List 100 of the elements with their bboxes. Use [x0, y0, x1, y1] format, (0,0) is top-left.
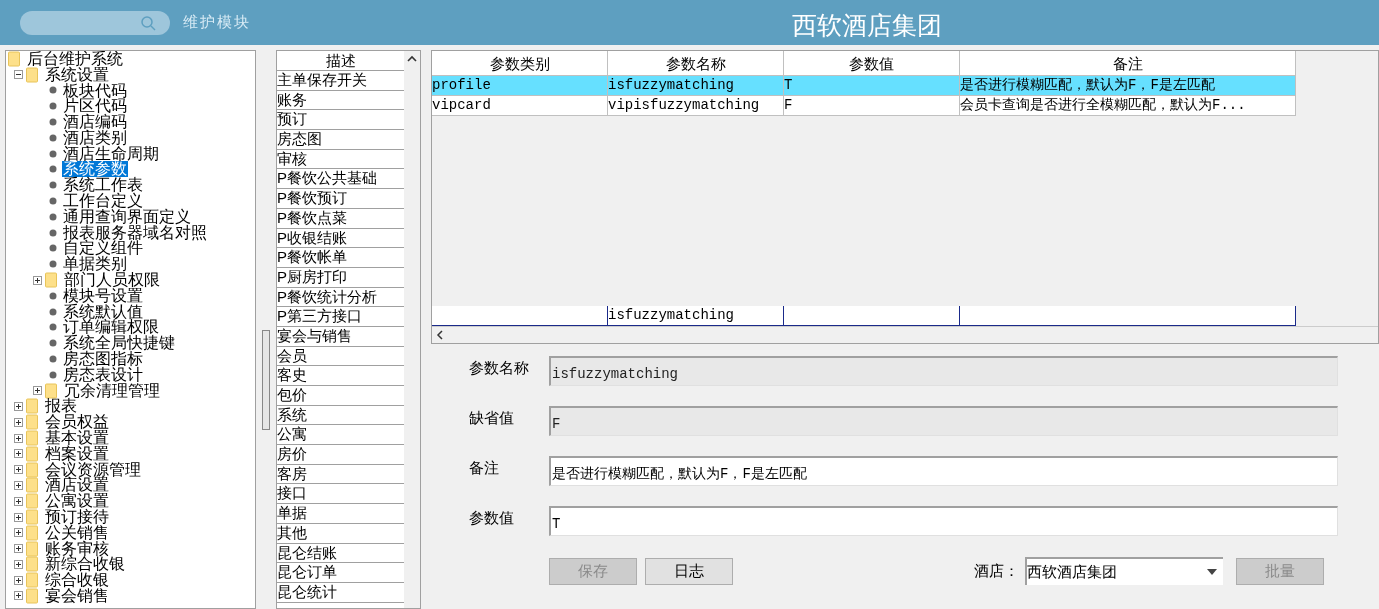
- column-header[interactable]: 备注: [960, 51, 1296, 76]
- text-field[interactable]: 是否进行模糊匹配，默认为F，F是左匹配: [549, 456, 1338, 486]
- expand-toggle-icon[interactable]: [14, 544, 23, 554]
- expand-toggle-icon[interactable]: [14, 512, 23, 522]
- folder-icon: [26, 461, 38, 478]
- text-field[interactable]: F: [549, 406, 1338, 436]
- column-header[interactable]: 参数类别: [432, 51, 608, 76]
- tree-item[interactable]: 系统设置: [44, 66, 110, 83]
- column-header[interactable]: 参数值: [784, 51, 960, 76]
- expand-toggle-icon[interactable]: [14, 575, 23, 585]
- tree-item[interactable]: 片区代码: [62, 98, 128, 115]
- expand-toggle-icon[interactable]: [14, 417, 23, 427]
- bullet-icon: [49, 118, 57, 127]
- tree-item[interactable]: 报表: [44, 398, 78, 415]
- expand-toggle-icon[interactable]: [14, 401, 23, 411]
- tree-item[interactable]: 后台维护系统: [26, 51, 124, 67]
- tree-item[interactable]: 系统默认值: [62, 303, 144, 320]
- bullet-icon: [49, 86, 57, 95]
- bullet-icon: [49, 212, 57, 221]
- dropdown-arrow-icon[interactable]: [1207, 569, 1217, 575]
- app-title: 西软酒店集团: [792, 10, 942, 42]
- tree-item[interactable]: 订单编辑权限: [62, 319, 160, 336]
- expand-toggle-icon[interactable]: [14, 496, 23, 506]
- tree-item[interactable]: 档案设置: [44, 445, 110, 462]
- tree-item[interactable]: 冗余清理管理: [63, 382, 161, 399]
- search-field[interactable]: [20, 10, 170, 35]
- folder-icon: [26, 445, 38, 462]
- expand-toggle-icon[interactable]: [14, 465, 23, 475]
- tree-item[interactable]: 酒店编码: [62, 114, 128, 131]
- tree-item[interactable]: 综合收银: [44, 572, 110, 589]
- expand-toggle-icon[interactable]: [14, 591, 23, 601]
- bullet-icon: [49, 244, 57, 253]
- folder-icon: [26, 588, 38, 604]
- folder-icon: [45, 382, 57, 399]
- field-label: 备注: [469, 458, 500, 478]
- scrollbar[interactable]: [404, 51, 420, 608]
- tree-item[interactable]: 新综合收银: [44, 556, 126, 573]
- expand-toggle-icon[interactable]: [14, 528, 23, 538]
- tree-item[interactable]: 模块号设置: [62, 287, 144, 304]
- tree-item[interactable]: 公寓设置: [44, 493, 110, 510]
- table-cell: isfuzzymatching: [608, 76, 784, 95]
- tree-item[interactable]: 酒店类别: [62, 129, 128, 146]
- tree-item[interactable]: 酒店生命周期: [62, 145, 160, 162]
- tree-item[interactable]: 系统工作表: [62, 177, 144, 194]
- tree-item[interactable]: 会员权益: [44, 414, 110, 431]
- column-header[interactable]: 描述: [277, 51, 404, 71]
- folder-icon: [26, 398, 38, 415]
- bullet-icon: [49, 370, 57, 379]
- table-cell: F: [784, 96, 960, 115]
- folder-icon: [26, 572, 38, 589]
- collapse-toggle-icon[interactable]: [14, 70, 23, 80]
- bullet-icon: [49, 197, 57, 206]
- action-button[interactable]: 日志: [645, 557, 733, 585]
- hotel-dropdown[interactable]: 西软酒店集团: [1025, 557, 1223, 585]
- bullet-icon: [49, 323, 57, 332]
- table-cell: profile: [432, 76, 608, 95]
- tree-item[interactable]: 报表服务器域名对照: [62, 224, 208, 241]
- tree-item[interactable]: 账务审核: [44, 540, 110, 557]
- tree-item[interactable]: 板块代码: [62, 82, 128, 99]
- scroll-up-icon[interactable]: [407, 55, 417, 63]
- bullet-icon: [49, 260, 57, 269]
- tree-item[interactable]: 宴会销售: [44, 588, 110, 604]
- table-cell: 是否进行模糊匹配，默认为F，F是左匹配: [960, 76, 1296, 95]
- tree-item[interactable]: 预订接待: [44, 509, 110, 525]
- expand-toggle-icon[interactable]: [14, 433, 23, 443]
- tree-item[interactable]: 通用查询界面定义: [62, 208, 192, 225]
- table-cell: 会员卡查询是否进行全模糊匹配，默认为F...: [960, 96, 1296, 115]
- bullet-icon: [49, 165, 57, 174]
- tree-item[interactable]: 会议资源管理: [44, 461, 142, 478]
- column-header[interactable]: 参数名称: [608, 51, 784, 76]
- bullet-icon: [49, 339, 57, 348]
- scroll-left-icon[interactable]: [436, 330, 444, 340]
- tree-item[interactable]: 系统参数: [62, 161, 128, 178]
- folder-icon: [26, 556, 38, 573]
- folder-icon: [26, 493, 38, 510]
- table-cell: T: [784, 76, 960, 95]
- bullet-icon: [49, 291, 57, 300]
- tree-item[interactable]: 房态表设计: [62, 366, 144, 383]
- folder-icon: [26, 509, 38, 525]
- tree-item[interactable]: 自定义组件: [62, 240, 144, 257]
- bullet-icon: [49, 149, 57, 158]
- bullet-icon: [49, 228, 57, 237]
- table-cell: vipisfuzzymatching: [608, 96, 784, 115]
- expand-toggle-icon[interactable]: [33, 386, 42, 396]
- search-icon: [140, 14, 156, 31]
- text-field[interactable]: T: [549, 506, 1338, 536]
- text-field[interactable]: isfuzzymatching: [549, 356, 1338, 386]
- field-label: 缺省值: [469, 408, 515, 428]
- splitter-handle[interactable]: [262, 329, 270, 430]
- field-label: 参数名称: [469, 358, 530, 378]
- expand-toggle-icon[interactable]: [14, 480, 23, 490]
- table-row[interactable]: profile isfuzzymatching T 是否进行模糊匹配，默认为F，F是左匹配: [432, 76, 1296, 96]
- table-row[interactable]: vipcard vipisfuzzymatching F 会员卡查询是否进行全模糊匹配，默认为F...: [432, 96, 1296, 116]
- tree-item[interactable]: 部门人员权限: [63, 272, 161, 289]
- tree-item[interactable]: 单据类别: [62, 256, 128, 273]
- expand-toggle-icon[interactable]: [14, 559, 23, 569]
- expand-toggle-icon[interactable]: [33, 275, 42, 285]
- expand-toggle-icon[interactable]: [14, 449, 23, 459]
- tree-item[interactable]: 公关销售: [44, 524, 110, 541]
- folder-icon: [26, 414, 38, 431]
